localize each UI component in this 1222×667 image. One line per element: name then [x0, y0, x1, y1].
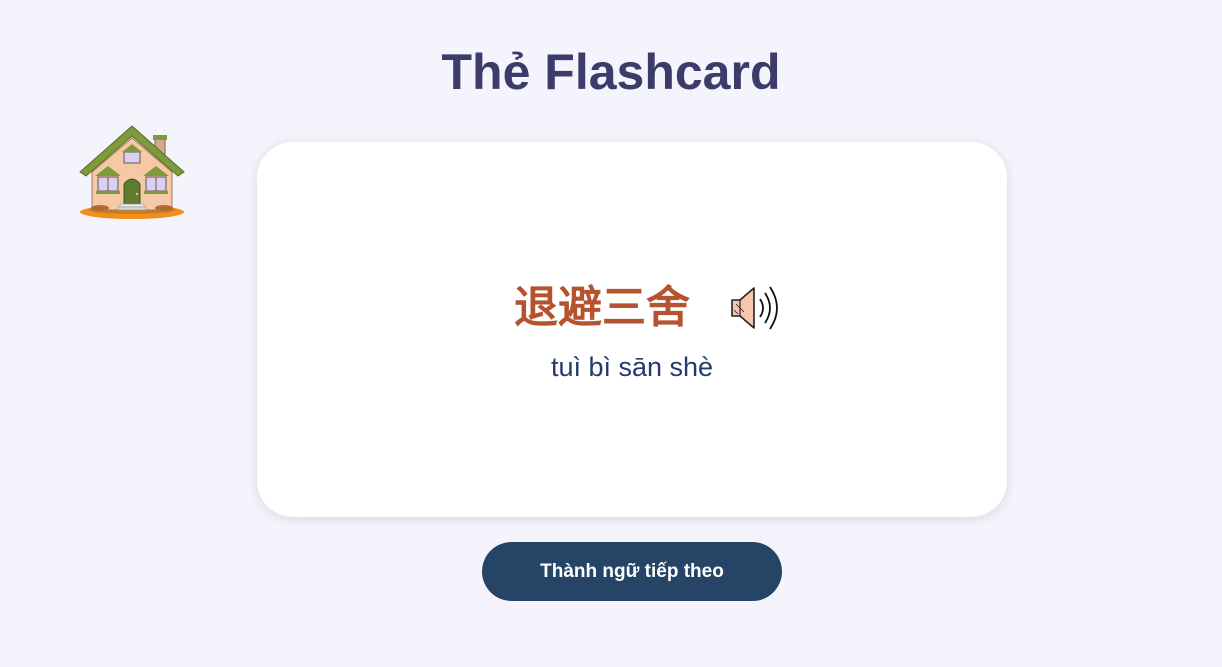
- pinyin-text: tuì bì sān shè: [550, 352, 714, 382]
- speaker-icon: [731, 286, 778, 330]
- hanzi-text: 退避三舍: [514, 282, 690, 333]
- play-audio-button[interactable]: [724, 282, 784, 334]
- hanzi-row: 退避三舍: [257, 278, 1007, 338]
- house-icon: [79, 125, 185, 219]
- next-idiom-button[interactable]: Thành ngữ tiếp theo: [482, 542, 782, 601]
- flashcard-page: Thẻ Flashcard 退避三舍 tuì bì sān shè Thành …: [0, 0, 1222, 667]
- page-title: Thẻ Flashcard: [441, 44, 781, 100]
- flashcard[interactable]: 退避三舍 tuì bì sān shè: [257, 142, 1007, 517]
- home-button[interactable]: [78, 124, 188, 222]
